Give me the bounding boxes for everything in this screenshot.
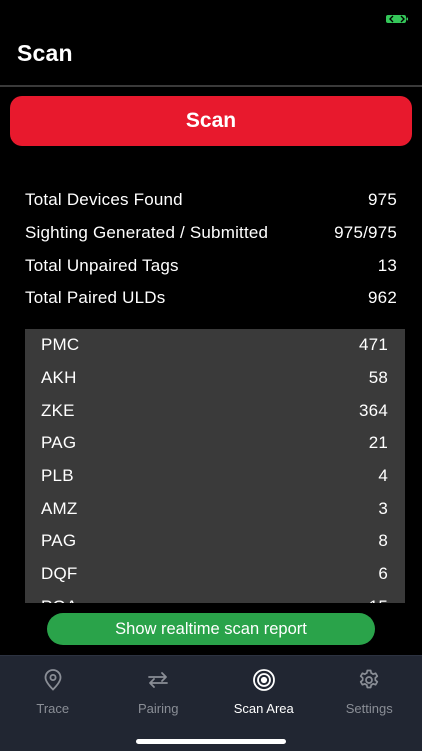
uld-count: 58 xyxy=(369,368,388,388)
swap-arrows-icon xyxy=(146,668,170,692)
list-item: PGA 15 xyxy=(25,591,405,604)
tab-label: Settings xyxy=(346,701,393,716)
uld-count: 4 xyxy=(378,466,388,486)
tab-label: Pairing xyxy=(138,701,178,716)
uld-type: AKH xyxy=(41,368,77,388)
uld-type: PGA xyxy=(41,597,78,603)
home-indicator xyxy=(136,739,286,744)
uld-type: PAG xyxy=(41,531,76,551)
tab-trace[interactable]: Trace xyxy=(0,656,106,751)
uld-count: 15 xyxy=(369,597,388,603)
uld-count: 471 xyxy=(359,335,388,355)
scan-button[interactable]: Scan xyxy=(10,96,412,146)
gear-icon xyxy=(357,668,381,692)
uld-type: PAG xyxy=(41,433,76,453)
stat-value: 13 xyxy=(378,256,397,276)
uld-type: ZKE xyxy=(41,401,75,421)
uld-count: 364 xyxy=(359,401,388,421)
tab-pairing[interactable]: Pairing xyxy=(106,656,212,751)
radar-icon xyxy=(252,668,276,692)
tab-label: Scan Area xyxy=(234,701,294,716)
status-bar xyxy=(0,0,422,36)
scan-stats: Total Devices Found 975 Sighting Generat… xyxy=(25,184,397,315)
list-item: PMC 471 xyxy=(25,329,405,362)
stat-label: Total Devices Found xyxy=(25,190,183,210)
uld-type-list[interactable]: PMC 471 AKH 58 ZKE 364 PAG 21 PLB 4 AMZ … xyxy=(25,329,405,603)
tab-scan-area[interactable]: Scan Area xyxy=(211,656,317,751)
list-item: ZKE 364 xyxy=(25,394,405,427)
page-title: Scan xyxy=(17,40,73,67)
stat-row-paired-ulds: Total Paired ULDs 962 xyxy=(25,282,397,315)
stat-value: 975 xyxy=(368,190,397,210)
tab-settings[interactable]: Settings xyxy=(317,656,422,751)
tab-label: Trace xyxy=(36,701,69,716)
uld-type: AMZ xyxy=(41,499,77,519)
stat-label: Sighting Generated / Submitted xyxy=(25,223,268,243)
location-pin-icon xyxy=(41,668,65,692)
uld-count: 6 xyxy=(378,564,388,584)
list-item: AKH 58 xyxy=(25,362,405,395)
uld-count: 21 xyxy=(369,433,388,453)
stat-label: Total Unpaired Tags xyxy=(25,256,179,276)
list-item: PLB 4 xyxy=(25,460,405,493)
list-item: PAG 21 xyxy=(25,427,405,460)
tab-bar: Trace Pairing Scan Area Settings xyxy=(0,655,422,751)
list-item: DQF 6 xyxy=(25,558,405,591)
list-item: PAG 8 xyxy=(25,525,405,558)
stat-row-sightings: Sighting Generated / Submitted 975/975 xyxy=(25,217,397,250)
stat-value: 975/975 xyxy=(334,223,397,243)
uld-type: PLB xyxy=(41,466,74,486)
header-divider xyxy=(0,85,422,87)
uld-count: 3 xyxy=(378,499,388,519)
list-item: AMZ 3 xyxy=(25,492,405,525)
battery-charging-icon xyxy=(386,14,408,24)
stat-value: 962 xyxy=(368,288,397,308)
uld-count: 8 xyxy=(378,531,388,551)
uld-type: PMC xyxy=(41,335,79,355)
stat-label: Total Paired ULDs xyxy=(25,288,165,308)
stat-row-unpaired-tags: Total Unpaired Tags 13 xyxy=(25,249,397,282)
show-realtime-report-button[interactable]: Show realtime scan report xyxy=(47,613,375,645)
stat-row-total-devices: Total Devices Found 975 xyxy=(25,184,397,217)
uld-type: DQF xyxy=(41,564,77,584)
